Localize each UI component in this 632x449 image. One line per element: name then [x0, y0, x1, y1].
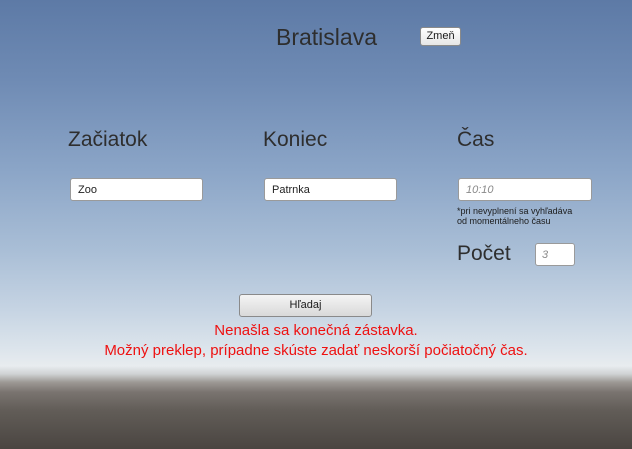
count-label: Počet	[457, 242, 511, 265]
city-title: Bratislava	[276, 24, 377, 50]
start-label: Začiatok	[68, 128, 148, 151]
count-input[interactable]	[535, 243, 575, 266]
error-message-line2: Možný preklep, prípadne skúste zadať nes…	[104, 342, 528, 359]
time-hint-line2: od momentálneho času	[457, 216, 551, 226]
error-message-line1: Nenašla sa konečná zástavka.	[214, 322, 418, 339]
search-button[interactable]: Hľadaj	[239, 294, 372, 317]
end-label: Koniec	[263, 128, 328, 151]
time-hint-line1: *pri nevyplnení sa vyhľadáva	[457, 206, 573, 216]
start-input[interactable]	[70, 178, 203, 201]
time-hint: *pri nevyplnení sa vyhľadáva od momentál…	[457, 206, 572, 226]
time-label: Čas	[457, 128, 495, 151]
end-input[interactable]	[264, 178, 397, 201]
time-input[interactable]	[458, 178, 592, 201]
change-city-button[interactable]: Zmeň	[420, 27, 461, 46]
